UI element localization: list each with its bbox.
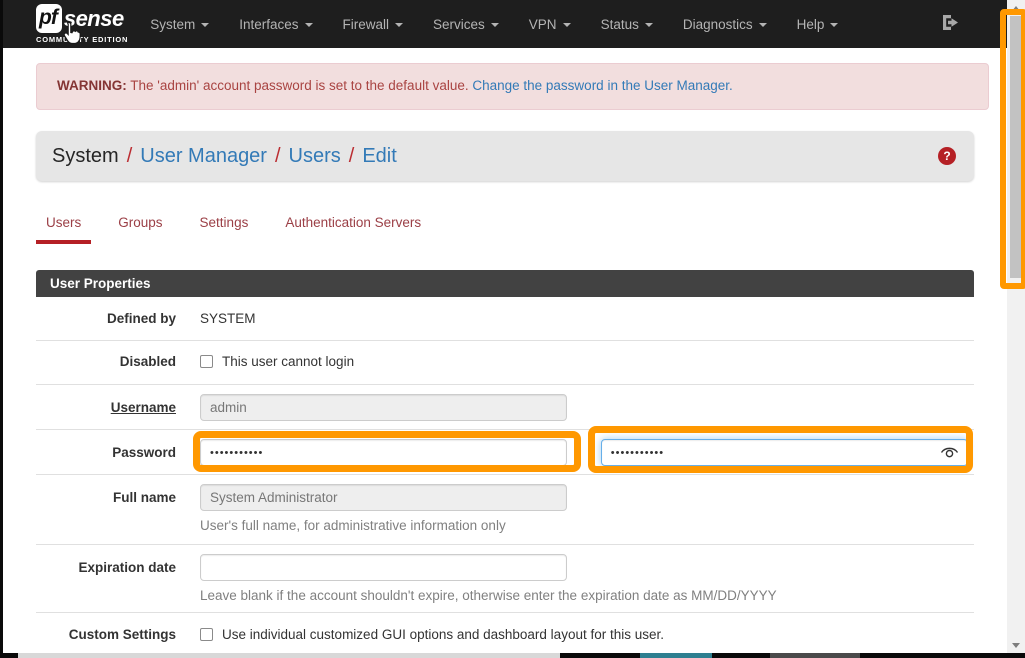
password-input[interactable] [200,439,567,466]
menu-firewall[interactable]: Firewall [343,17,404,32]
menu-diagnostics[interactable]: Diagnostics [683,17,767,32]
password-label: Password [36,439,176,466]
full-name-input [200,484,567,511]
breadcrumb-edit[interactable]: Edit [362,145,396,168]
custom-settings-checkbox[interactable] [200,628,213,641]
panel-title: User Properties [36,270,974,297]
breadcrumb-system: System [52,145,119,168]
username-label: Username [36,394,176,421]
custom-settings-label: Custom Settings [36,627,176,643]
user-properties-panel: User Properties Defined by SYSTEM Disabl… [36,270,974,658]
breadcrumb-separator: / [127,145,133,168]
warning-prefix: WARNING: [57,78,127,93]
username-row: Username [36,385,974,430]
community-edition-tagline: COMMUNITY EDITION [36,35,128,44]
pfsense-user-edit-screen: pf sense COMMUNITY EDITION System Interf… [0,0,1025,658]
clipped-button-top [640,653,712,658]
defined-by-row: Defined by SYSTEM [36,297,974,341]
caret-icon [395,23,403,27]
caret-icon [491,23,499,27]
menu-help[interactable]: Help [797,17,839,32]
breadcrumb-user-manager[interactable]: User Manager [140,145,267,168]
full-name-label: Full name [36,484,176,511]
default-password-warning: WARNING: The 'admin' account password is… [36,63,989,110]
password-row: Password [36,430,974,475]
breadcrumb-users[interactable]: Users [289,145,341,168]
menu-system[interactable]: System [150,17,209,32]
scrollbar-up-arrow-icon[interactable] [1012,6,1020,11]
tab-settings[interactable]: Settings [190,215,259,244]
full-name-help: User's full name, for administrative inf… [200,518,974,533]
main-menu: System Interfaces Firewall Services VPN … [150,17,838,32]
custom-settings-row: Custom Settings Use individual customize… [36,613,974,658]
reveal-password-eye-icon[interactable] [940,446,959,462]
disabled-checkbox-label: This user cannot login [222,354,354,369]
full-name-row: Full name User's full name, for administ… [36,475,974,545]
pfsense-wordmark: sense [64,6,124,32]
warning-message: The 'admin' account password is set to t… [127,78,473,93]
caret-icon [645,23,653,27]
top-navbar: pf sense COMMUNITY EDITION System Interf… [0,0,1025,48]
caret-icon [830,23,838,27]
username-input [200,394,567,421]
breadcrumb-separator: / [275,145,281,168]
help-icon[interactable]: ? [938,147,956,165]
scrollbar-down-arrow-icon[interactable] [1012,643,1020,648]
clipped-listbox-top [18,653,560,658]
caret-icon [201,23,209,27]
tab-authentication-servers[interactable]: Authentication Servers [275,215,431,244]
menu-vpn[interactable]: VPN [529,17,571,32]
disabled-row: Disabled This user cannot login [36,341,974,385]
confirm-password-input[interactable] [601,439,968,466]
expiration-date-label: Expiration date [36,554,176,581]
page-content: WARNING: The 'admin' account password is… [36,63,974,658]
clipped-element-top [770,653,860,658]
expiration-date-help: Leave blank if the account shouldn't exp… [200,588,974,603]
pfsense-logo[interactable]: pf sense COMMUNITY EDITION [36,4,128,44]
vertical-scrollbar[interactable] [1007,0,1025,658]
breadcrumb: System / User Manager / Users / Edit ? [36,131,974,181]
tab-bar: Users Groups Settings Authentication Ser… [36,215,974,244]
bottom-clipped-content [0,653,1025,658]
window-left-edge [0,0,3,658]
disabled-checkbox[interactable] [200,355,213,368]
sign-out-icon[interactable] [941,14,960,36]
menu-services[interactable]: Services [433,17,499,32]
expiration-date-row: Expiration date Leave blank if the accou… [36,545,974,613]
expiration-date-input[interactable] [200,554,567,581]
caret-icon [759,23,767,27]
defined-by-value: SYSTEM [200,297,974,341]
custom-settings-checkbox-label: Use individual customized GUI options an… [222,627,664,642]
change-password-link[interactable]: Change the password in the User Manager. [472,78,732,93]
pf-logo-mark: pf [36,4,62,33]
defined-by-label: Defined by [36,297,176,341]
caret-icon [305,23,313,27]
caret-icon [563,23,571,27]
tab-groups[interactable]: Groups [108,215,172,244]
scrollbar-thumb[interactable] [1010,16,1022,278]
disabled-label: Disabled [36,354,176,370]
menu-status[interactable]: Status [601,17,653,32]
breadcrumb-separator: / [349,145,355,168]
tab-users[interactable]: Users [36,215,91,244]
menu-interfaces[interactable]: Interfaces [239,17,312,32]
